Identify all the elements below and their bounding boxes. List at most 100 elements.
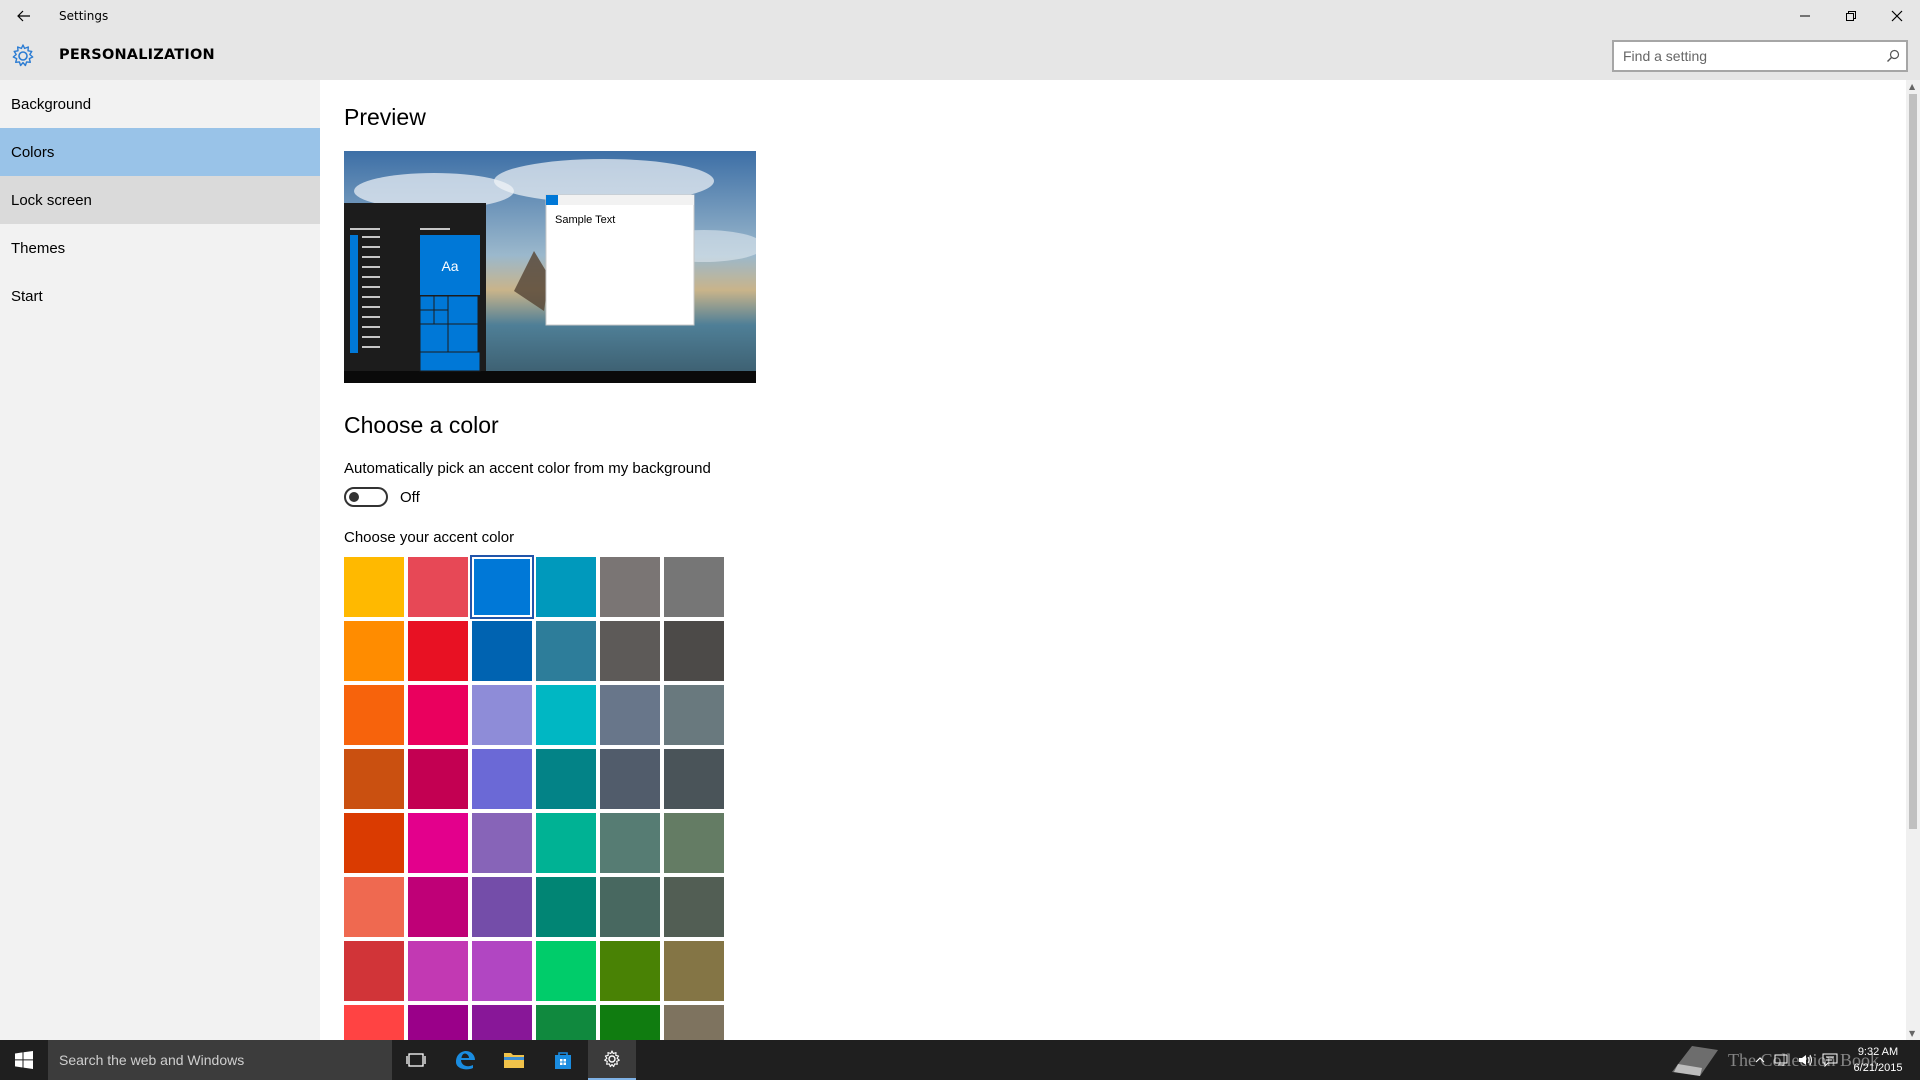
close-button[interactable] bbox=[1874, 0, 1920, 32]
gear-icon bbox=[12, 44, 34, 67]
accent-swatch[interactable] bbox=[600, 685, 660, 745]
accent-swatch[interactable] bbox=[472, 941, 532, 1001]
accent-swatch[interactable] bbox=[664, 877, 724, 937]
edge-button[interactable] bbox=[441, 1040, 489, 1080]
accent-swatch[interactable] bbox=[664, 1005, 724, 1040]
restore-button[interactable] bbox=[1828, 0, 1874, 32]
clock[interactable]: 9:32 AM 6/21/2015 bbox=[1846, 1044, 1910, 1076]
system-tray bbox=[1754, 1040, 1838, 1080]
folder-icon bbox=[504, 1053, 524, 1068]
file-explorer-button[interactable] bbox=[490, 1040, 538, 1080]
accent-swatch[interactable] bbox=[536, 813, 596, 873]
page-header: PERSONALIZATION bbox=[0, 32, 1920, 80]
store-button[interactable] bbox=[539, 1040, 587, 1080]
back-arrow-icon bbox=[17, 10, 30, 22]
accent-swatch[interactable] bbox=[600, 749, 660, 809]
accent-swatch[interactable] bbox=[536, 877, 596, 937]
accent-swatch[interactable] bbox=[472, 877, 532, 937]
auto-pick-toggle[interactable] bbox=[344, 487, 388, 507]
accent-swatch[interactable] bbox=[536, 557, 596, 617]
accent-swatch[interactable] bbox=[344, 557, 404, 617]
accent-swatch[interactable] bbox=[408, 877, 468, 937]
choose-color-heading: Choose a color bbox=[344, 412, 499, 438]
accent-swatch[interactable] bbox=[600, 877, 660, 937]
accent-swatch[interactable] bbox=[600, 621, 660, 681]
accent-swatch[interactable] bbox=[408, 1005, 468, 1040]
accent-swatch[interactable] bbox=[344, 1005, 404, 1040]
search-box[interactable] bbox=[1612, 40, 1908, 72]
accent-swatch[interactable] bbox=[408, 621, 468, 681]
volume-icon[interactable] bbox=[1798, 1053, 1814, 1067]
back-button[interactable] bbox=[8, 0, 40, 32]
accent-swatch[interactable] bbox=[344, 749, 404, 809]
scrollbar-thumb[interactable] bbox=[1909, 94, 1917, 829]
accent-swatch[interactable] bbox=[472, 685, 532, 745]
accent-swatch[interactable] bbox=[664, 749, 724, 809]
main-content: Preview Aa Sample Text Choose a color Au… bbox=[320, 80, 1906, 1040]
clock-date: 6/21/2015 bbox=[1853, 1062, 1903, 1074]
search-input[interactable] bbox=[1614, 42, 1864, 70]
scroll-up-icon[interactable]: ▲ bbox=[1909, 82, 1915, 91]
windows-logo-icon bbox=[15, 1051, 33, 1069]
preview-tile-text: Aa bbox=[441, 258, 458, 274]
accent-swatch[interactable] bbox=[344, 813, 404, 873]
sidebar-item-themes[interactable]: Themes bbox=[0, 224, 320, 272]
accent-swatch[interactable] bbox=[536, 749, 596, 809]
accent-color-grid bbox=[344, 555, 730, 1040]
taskbar: Search the web and Windows The Collectio… bbox=[0, 1040, 1920, 1080]
accent-swatch[interactable] bbox=[664, 685, 724, 745]
accent-swatch[interactable] bbox=[536, 685, 596, 745]
accent-swatch[interactable] bbox=[536, 1005, 596, 1040]
close-icon bbox=[1891, 10, 1903, 22]
minimize-button[interactable] bbox=[1782, 0, 1828, 32]
book-logo-icon bbox=[1672, 1046, 1718, 1076]
accent-swatch[interactable] bbox=[408, 813, 468, 873]
accent-swatch[interactable] bbox=[408, 749, 468, 809]
accent-swatch[interactable] bbox=[600, 557, 660, 617]
taskbar-search-box[interactable]: Search the web and Windows bbox=[48, 1040, 392, 1080]
accent-swatch[interactable] bbox=[472, 1005, 532, 1040]
vertical-scrollbar[interactable]: ▲ ▼ bbox=[1906, 80, 1920, 1040]
preview-sample-text: Sample Text bbox=[555, 214, 615, 226]
restore-icon bbox=[1846, 11, 1856, 21]
network-icon[interactable] bbox=[1774, 1053, 1790, 1067]
clock-time: 9:32 AM bbox=[1857, 1046, 1899, 1058]
auto-pick-label: Automatically pick an accent color from … bbox=[344, 460, 711, 477]
search-icon[interactable] bbox=[1886, 49, 1900, 63]
accent-swatch[interactable] bbox=[470, 555, 534, 619]
chevron-up-icon[interactable] bbox=[1754, 1054, 1766, 1066]
accent-swatch[interactable] bbox=[344, 877, 404, 937]
accent-swatch[interactable] bbox=[600, 813, 660, 873]
accent-swatch[interactable] bbox=[600, 1005, 660, 1040]
accent-swatch[interactable] bbox=[536, 621, 596, 681]
task-view-button[interactable] bbox=[392, 1040, 440, 1080]
accent-swatch[interactable] bbox=[408, 941, 468, 1001]
accent-swatch[interactable] bbox=[408, 557, 468, 617]
accent-swatch[interactable] bbox=[344, 621, 404, 681]
accent-swatch[interactable] bbox=[664, 621, 724, 681]
toggle-state-label: Off bbox=[400, 489, 420, 506]
minimize-icon bbox=[1800, 15, 1810, 17]
action-center-icon[interactable] bbox=[1822, 1053, 1838, 1067]
accent-swatch[interactable] bbox=[408, 685, 468, 745]
accent-swatch[interactable] bbox=[344, 685, 404, 745]
accent-swatch[interactable] bbox=[472, 621, 532, 681]
accent-swatch[interactable] bbox=[472, 749, 532, 809]
settings-taskbar-button[interactable] bbox=[588, 1040, 636, 1080]
sidebar-item-background[interactable]: Background bbox=[0, 80, 320, 128]
theme-preview: Aa Sample Text bbox=[344, 151, 756, 383]
accent-swatch[interactable] bbox=[536, 941, 596, 1001]
start-button[interactable] bbox=[0, 1040, 48, 1080]
sidebar-item-lock-screen[interactable]: Lock screen bbox=[0, 176, 320, 224]
accent-swatch[interactable] bbox=[664, 941, 724, 1001]
scroll-down-icon[interactable]: ▼ bbox=[1909, 1029, 1915, 1038]
accent-swatch[interactable] bbox=[664, 813, 724, 873]
accent-swatch[interactable] bbox=[344, 941, 404, 1001]
task-view-icon bbox=[406, 1053, 426, 1067]
sidebar-item-colors[interactable]: Colors bbox=[0, 128, 320, 176]
accent-swatch[interactable] bbox=[472, 813, 532, 873]
accent-swatch[interactable] bbox=[600, 941, 660, 1001]
sidebar-item-start[interactable]: Start bbox=[0, 272, 320, 320]
title-bar: Settings bbox=[0, 0, 1920, 32]
accent-swatch[interactable] bbox=[664, 557, 724, 617]
